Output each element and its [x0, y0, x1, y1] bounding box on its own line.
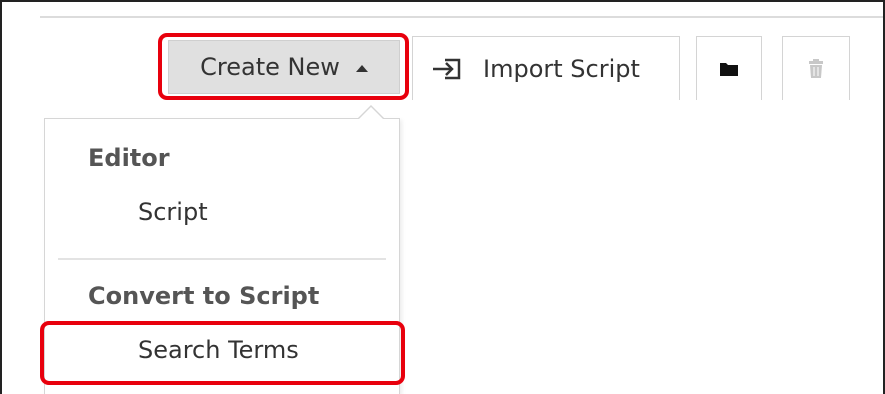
import-icon [433, 58, 461, 79]
create-new-label: Create New [200, 53, 340, 81]
trash-icon [809, 58, 823, 78]
delete-button[interactable] [782, 36, 850, 100]
menu-item-search-terms[interactable]: Search Terms [138, 336, 299, 364]
import-script-button[interactable]: Import Script [412, 36, 680, 100]
menu-header-editor: Editor [88, 144, 170, 172]
create-new-button[interactable]: Create New [168, 40, 400, 94]
dropdown-pointer-fill [358, 107, 384, 120]
folder-icon [720, 62, 738, 76]
import-script-label: Import Script [483, 54, 640, 83]
menu-divider [58, 258, 386, 260]
caret-up-icon [355, 64, 368, 72]
menu-header-convert-to-script: Convert to Script [88, 282, 320, 310]
top-divider [40, 16, 883, 18]
menu-item-script[interactable]: Script [138, 198, 208, 226]
open-folder-button[interactable] [696, 36, 762, 100]
